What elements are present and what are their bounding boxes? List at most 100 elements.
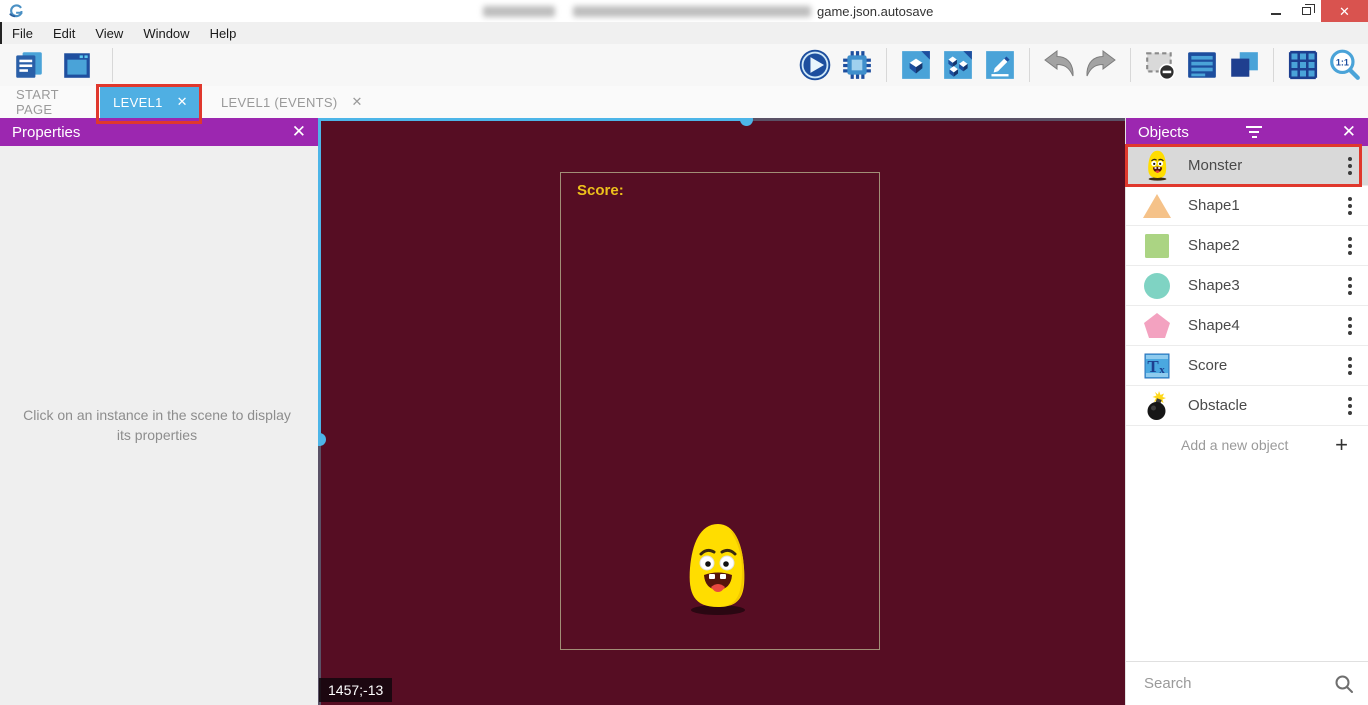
add-object-row[interactable]: Add a new object + bbox=[1126, 426, 1368, 463]
close-tab-icon[interactable]: ✕ bbox=[352, 94, 363, 110]
cursor-coordinates-badge: 1457;-13 bbox=[319, 678, 392, 702]
pentagon-thumbnail bbox=[1126, 312, 1188, 339]
properties-panel-header: Properties ✕ bbox=[0, 118, 318, 146]
undo-button[interactable] bbox=[1042, 48, 1076, 82]
toolbar-separator bbox=[886, 48, 887, 82]
object-groups-button[interactable] bbox=[941, 48, 975, 82]
play-icon bbox=[798, 48, 832, 82]
redo-button[interactable] bbox=[1084, 48, 1118, 82]
object-row-shape1[interactable]: Shape1 bbox=[1126, 186, 1368, 226]
close-button[interactable]: ✕ bbox=[1321, 0, 1368, 22]
object-row-obstacle[interactable]: Obstacle bbox=[1126, 386, 1368, 426]
window-title-suffix: game.json.autosave bbox=[817, 4, 933, 19]
menu-view[interactable]: View bbox=[85, 22, 133, 44]
object-row-shape2[interactable]: Shape2 bbox=[1126, 226, 1368, 266]
tab-level1-events[interactable]: LEVEL1 (EVENTS) ✕ bbox=[205, 86, 379, 118]
editor-tab-bar: START PAGE LEVEL1 ✕ LEVEL1 (EVENTS) ✕ bbox=[0, 86, 1368, 118]
menu-bar: File Edit View Window Help bbox=[0, 22, 1368, 44]
monster-thumbnail bbox=[1126, 150, 1188, 181]
restore-button[interactable] bbox=[1291, 0, 1321, 22]
debug-button[interactable] bbox=[840, 48, 874, 82]
bomb-thumbnail bbox=[1126, 391, 1188, 421]
minimize-icon bbox=[1271, 13, 1281, 15]
add-object-label: Add a new object bbox=[1181, 437, 1288, 453]
circle-thumbnail bbox=[1126, 272, 1188, 300]
properties-panel-title: Properties bbox=[12, 124, 80, 141]
object-menu-dots-icon[interactable] bbox=[1348, 197, 1352, 215]
grid-icon bbox=[1287, 49, 1319, 81]
object-row-score[interactable]: T x Score bbox=[1126, 346, 1368, 386]
vertical-scrollbar[interactable] bbox=[318, 118, 321, 440]
svg-text:1:1: 1:1 bbox=[1336, 58, 1349, 68]
close-panel-icon[interactable]: ✕ bbox=[292, 122, 306, 142]
menu-help[interactable]: Help bbox=[200, 22, 247, 44]
menu-edit[interactable]: Edit bbox=[43, 22, 85, 44]
zoom-original-button[interactable]: 1:1 bbox=[1328, 48, 1362, 82]
clear-selection-button[interactable] bbox=[1143, 48, 1177, 82]
layers-button[interactable] bbox=[1227, 48, 1261, 82]
undo-icon bbox=[1042, 50, 1076, 80]
tab-level1[interactable]: LEVEL1 ✕ bbox=[100, 86, 201, 118]
toolbar-separator bbox=[112, 48, 113, 82]
scene-canvas[interactable]: Score: 1457;-13 bbox=[318, 118, 1125, 705]
text-object-thumbnail: T x bbox=[1126, 353, 1188, 379]
tab-start-page[interactable]: START PAGE bbox=[0, 86, 96, 118]
toggle-grid-button[interactable] bbox=[1286, 48, 1320, 82]
redacted-text-block bbox=[483, 6, 555, 17]
vertical-scrollbar-thumb[interactable] bbox=[318, 433, 326, 446]
object-menu-dots-icon[interactable] bbox=[1348, 157, 1352, 175]
svg-text:x: x bbox=[1159, 364, 1165, 376]
object-menu-dots-icon[interactable] bbox=[1348, 317, 1352, 335]
objects-panel-title: Objects bbox=[1138, 124, 1189, 141]
minimize-button[interactable] bbox=[1261, 0, 1291, 22]
instances-list-button[interactable] bbox=[1185, 48, 1219, 82]
object-row-monster[interactable]: Monster bbox=[1126, 146, 1368, 186]
preview-play-button[interactable] bbox=[798, 48, 832, 82]
edit-scene-properties-button[interactable] bbox=[983, 48, 1017, 82]
filter-icon[interactable] bbox=[1246, 126, 1262, 138]
object-menu-dots-icon[interactable] bbox=[1348, 277, 1352, 295]
svg-text:T: T bbox=[1147, 357, 1159, 376]
object-menu-dots-icon[interactable] bbox=[1348, 357, 1352, 375]
objects-panel-header: Objects ✕ bbox=[1126, 118, 1368, 146]
close-tab-icon[interactable]: ✕ bbox=[177, 94, 188, 110]
plus-icon[interactable]: + bbox=[1335, 434, 1348, 456]
horizontal-scrollbar-thumb[interactable] bbox=[740, 118, 753, 126]
instances-list-icon bbox=[1186, 49, 1218, 81]
object-menu-dots-icon[interactable] bbox=[1348, 397, 1352, 415]
monster-sprite bbox=[680, 522, 756, 616]
horizontal-scrollbar[interactable] bbox=[318, 118, 747, 121]
start-page-icon bbox=[61, 49, 93, 81]
search-icon[interactable] bbox=[1334, 674, 1354, 694]
object-menu-dots-icon[interactable] bbox=[1348, 237, 1352, 255]
menu-file[interactable]: File bbox=[2, 22, 43, 44]
gdevelop-window: game.json.autosave ✕ File Edit View Wind… bbox=[0, 0, 1368, 705]
objects-editor-button[interactable] bbox=[899, 48, 933, 82]
properties-panel: Properties ✕ Click on an instance in the… bbox=[0, 118, 318, 705]
object-row-shape3[interactable]: Shape3 bbox=[1126, 266, 1368, 306]
menu-window[interactable]: Window bbox=[133, 22, 199, 44]
properties-empty-message: Click on an instance in the scene to dis… bbox=[20, 405, 294, 446]
toolbar: 1:1 bbox=[0, 44, 1368, 86]
project-manager-icon bbox=[13, 49, 45, 81]
project-manager-button[interactable] bbox=[12, 48, 46, 82]
object-search-bar bbox=[1126, 661, 1368, 705]
title-bar: game.json.autosave ✕ bbox=[0, 0, 1368, 22]
object-row-shape4[interactable]: Shape4 bbox=[1126, 306, 1368, 346]
vertical-scrollbar-track[interactable] bbox=[318, 440, 321, 705]
edit-scene-icon bbox=[984, 49, 1016, 81]
horizontal-scrollbar-track[interactable] bbox=[747, 118, 1125, 121]
toolbar-separator bbox=[1273, 48, 1274, 82]
objects-editor-icon bbox=[900, 49, 932, 81]
search-input[interactable] bbox=[1144, 675, 1314, 692]
close-panel-icon[interactable]: ✕ bbox=[1342, 122, 1356, 142]
redacted-path-block bbox=[573, 6, 811, 17]
redo-icon bbox=[1084, 50, 1118, 80]
objects-panel: Objects ✕ bbox=[1125, 118, 1368, 705]
monster-instance[interactable] bbox=[680, 522, 756, 621]
score-text-object[interactable]: Score: bbox=[577, 182, 624, 199]
main-area: Properties ✕ Click on an instance in the… bbox=[0, 118, 1368, 705]
layers-icon bbox=[1228, 49, 1260, 81]
start-page-button[interactable] bbox=[60, 48, 94, 82]
close-icon: ✕ bbox=[1339, 5, 1350, 18]
